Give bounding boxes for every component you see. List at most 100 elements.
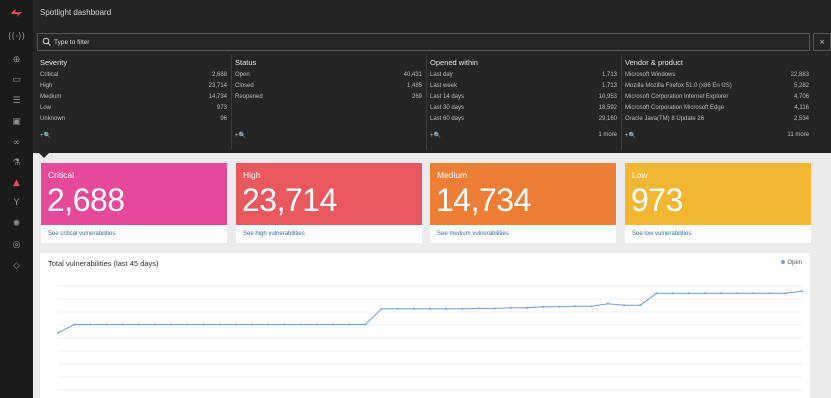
data-point[interactable] <box>137 323 140 326</box>
data-point[interactable] <box>283 323 286 326</box>
more-link[interactable]: 1 more <box>598 132 617 138</box>
data-point[interactable] <box>315 323 318 326</box>
facet-row[interactable]: Unknown 96 <box>40 116 227 126</box>
card-label: Low <box>632 170 648 180</box>
more-link[interactable]: 11 more <box>787 132 809 138</box>
data-point[interactable] <box>801 290 803 293</box>
data-point[interactable] <box>655 292 658 295</box>
clear-filter-button[interactable]: × <box>813 33 831 51</box>
facet-row[interactable]: Oracle Java(TM) 8 Update 26 2,534 <box>625 116 809 126</box>
wifi-icon[interactable]: ((·)) <box>8 31 25 43</box>
card-low[interactable]: Low 973 See low vulnerabilities <box>625 163 811 243</box>
facet-row[interactable]: Closed 1,485 <box>235 83 422 93</box>
facet-title: Opened within <box>430 58 478 67</box>
data-point[interactable] <box>412 307 415 310</box>
facet-row[interactable]: Last 14 days 10,953 <box>430 94 617 104</box>
facet-row[interactable]: Reopened 269 <box>235 94 422 104</box>
data-point[interactable] <box>606 302 609 305</box>
add-filter-button[interactable]: +🔍 <box>625 132 636 139</box>
data-point[interactable] <box>218 323 221 326</box>
data-point[interactable] <box>542 305 545 308</box>
add-filter-button[interactable]: +🔍 <box>235 132 246 139</box>
data-point[interactable] <box>267 323 270 326</box>
data-point[interactable] <box>623 304 626 307</box>
data-point[interactable] <box>639 304 642 307</box>
card-high[interactable]: High 23,714 See high vulnerabilities <box>236 163 422 243</box>
globe-icon[interactable]: ◎ <box>9 239 24 251</box>
facet-row[interactable]: Mozilla Mozilla Firefox 51.0 (x86 En US)… <box>625 83 809 93</box>
data-point[interactable] <box>590 305 593 308</box>
shield-icon[interactable]: ◇ <box>9 260 24 272</box>
add-filter-button[interactable]: +🔍 <box>430 132 441 139</box>
facet-row[interactable]: Microsoft Windows 22,883 <box>625 72 809 82</box>
data-point[interactable] <box>57 331 59 334</box>
data-point[interactable] <box>720 292 723 295</box>
data-point[interactable] <box>703 292 706 295</box>
vulnerabilities-chart: Total vulnerabilities (last 45 days) Ope… <box>40 253 810 398</box>
data-point[interactable] <box>73 323 76 326</box>
see-medium-link[interactable]: See medium vulnerabilities <box>437 231 509 237</box>
data-point[interactable] <box>364 323 367 326</box>
data-point[interactable] <box>526 306 529 309</box>
data-point[interactable] <box>170 323 173 326</box>
card-critical[interactable]: Critical 2,688 See critical vulnerabilit… <box>41 163 227 243</box>
search-icon[interactable]: ⊕ <box>9 54 24 66</box>
data-point[interactable] <box>348 323 351 326</box>
data-point[interactable] <box>752 292 755 295</box>
sun-icon[interactable]: ✺ <box>9 218 24 230</box>
data-point[interactable] <box>121 323 124 326</box>
alert-icon[interactable]: ▲ <box>9 177 24 189</box>
card-medium[interactable]: Medium 14,734 See medium vulnerabilities <box>430 163 616 243</box>
data-point[interactable] <box>380 307 383 310</box>
data-point[interactable] <box>89 323 92 326</box>
data-point[interactable] <box>493 307 496 310</box>
filter-input[interactable] <box>54 36 454 48</box>
facet-row[interactable]: Last week 1,713 <box>430 83 617 93</box>
data-point[interactable] <box>768 292 771 295</box>
see-low-link[interactable]: See low vulnerabilities <box>632 231 691 237</box>
data-point[interactable] <box>477 307 480 310</box>
facet-row[interactable]: Last 60 days 29,160 <box>430 116 617 126</box>
data-point[interactable] <box>687 292 690 295</box>
data-point[interactable] <box>186 323 189 326</box>
data-point[interactable] <box>299 323 302 326</box>
facet-row[interactable]: High 23,714 <box>40 83 227 93</box>
facet-row[interactable]: Open 40,431 <box>235 72 422 82</box>
flask-icon[interactable]: ⚗ <box>9 157 24 169</box>
data-point[interactable] <box>461 307 464 310</box>
filter-box[interactable] <box>37 33 810 51</box>
facet-row[interactable]: Last day 1,713 <box>430 72 617 82</box>
data-point[interactable] <box>445 307 448 310</box>
share-icon[interactable]: Y <box>9 197 24 209</box>
link-icon[interactable]: ∞ <box>9 137 24 149</box>
data-point[interactable] <box>784 292 787 295</box>
facet-row[interactable]: Microsoft Corporation Internet Explorer 4… <box>625 94 809 104</box>
image-icon[interactable]: ▣ <box>9 116 24 128</box>
data-point[interactable] <box>671 292 674 295</box>
facet-row[interactable]: Low 973 <box>40 105 227 115</box>
data-point[interactable] <box>574 305 577 308</box>
data-point[interactable] <box>234 323 237 326</box>
data-point[interactable] <box>736 292 739 295</box>
facet-row[interactable]: Critical 2,688 <box>40 72 227 82</box>
card-value: 14,734 <box>436 182 531 218</box>
data-point[interactable] <box>331 323 334 326</box>
data-point[interactable] <box>154 323 157 326</box>
data-point[interactable] <box>251 323 254 326</box>
data-point[interactable] <box>202 323 205 326</box>
data-point[interactable] <box>558 305 561 308</box>
data-point[interactable] <box>429 307 431 310</box>
card-label: High <box>243 170 261 180</box>
data-point[interactable] <box>396 307 399 310</box>
facet-row[interactable]: Last 30 days 18,592 <box>430 105 617 115</box>
monitor-icon[interactable]: ▭ <box>9 74 24 86</box>
data-point[interactable] <box>509 306 512 309</box>
filter-icon[interactable]: ☰ <box>9 95 24 107</box>
see-high-link[interactable]: See high vulnerabilities <box>243 231 305 237</box>
facet-row[interactable]: Microsoft Corporation Microsoft Edge 4,11… <box>625 105 809 115</box>
facet-row[interactable]: Medium 14,734 <box>40 94 227 104</box>
data-point[interactable] <box>105 323 108 326</box>
logo-icon[interactable] <box>10 8 23 18</box>
add-filter-button[interactable]: +🔍 <box>40 132 51 139</box>
see-critical-link[interactable]: See critical vulnerabilities <box>48 231 115 237</box>
